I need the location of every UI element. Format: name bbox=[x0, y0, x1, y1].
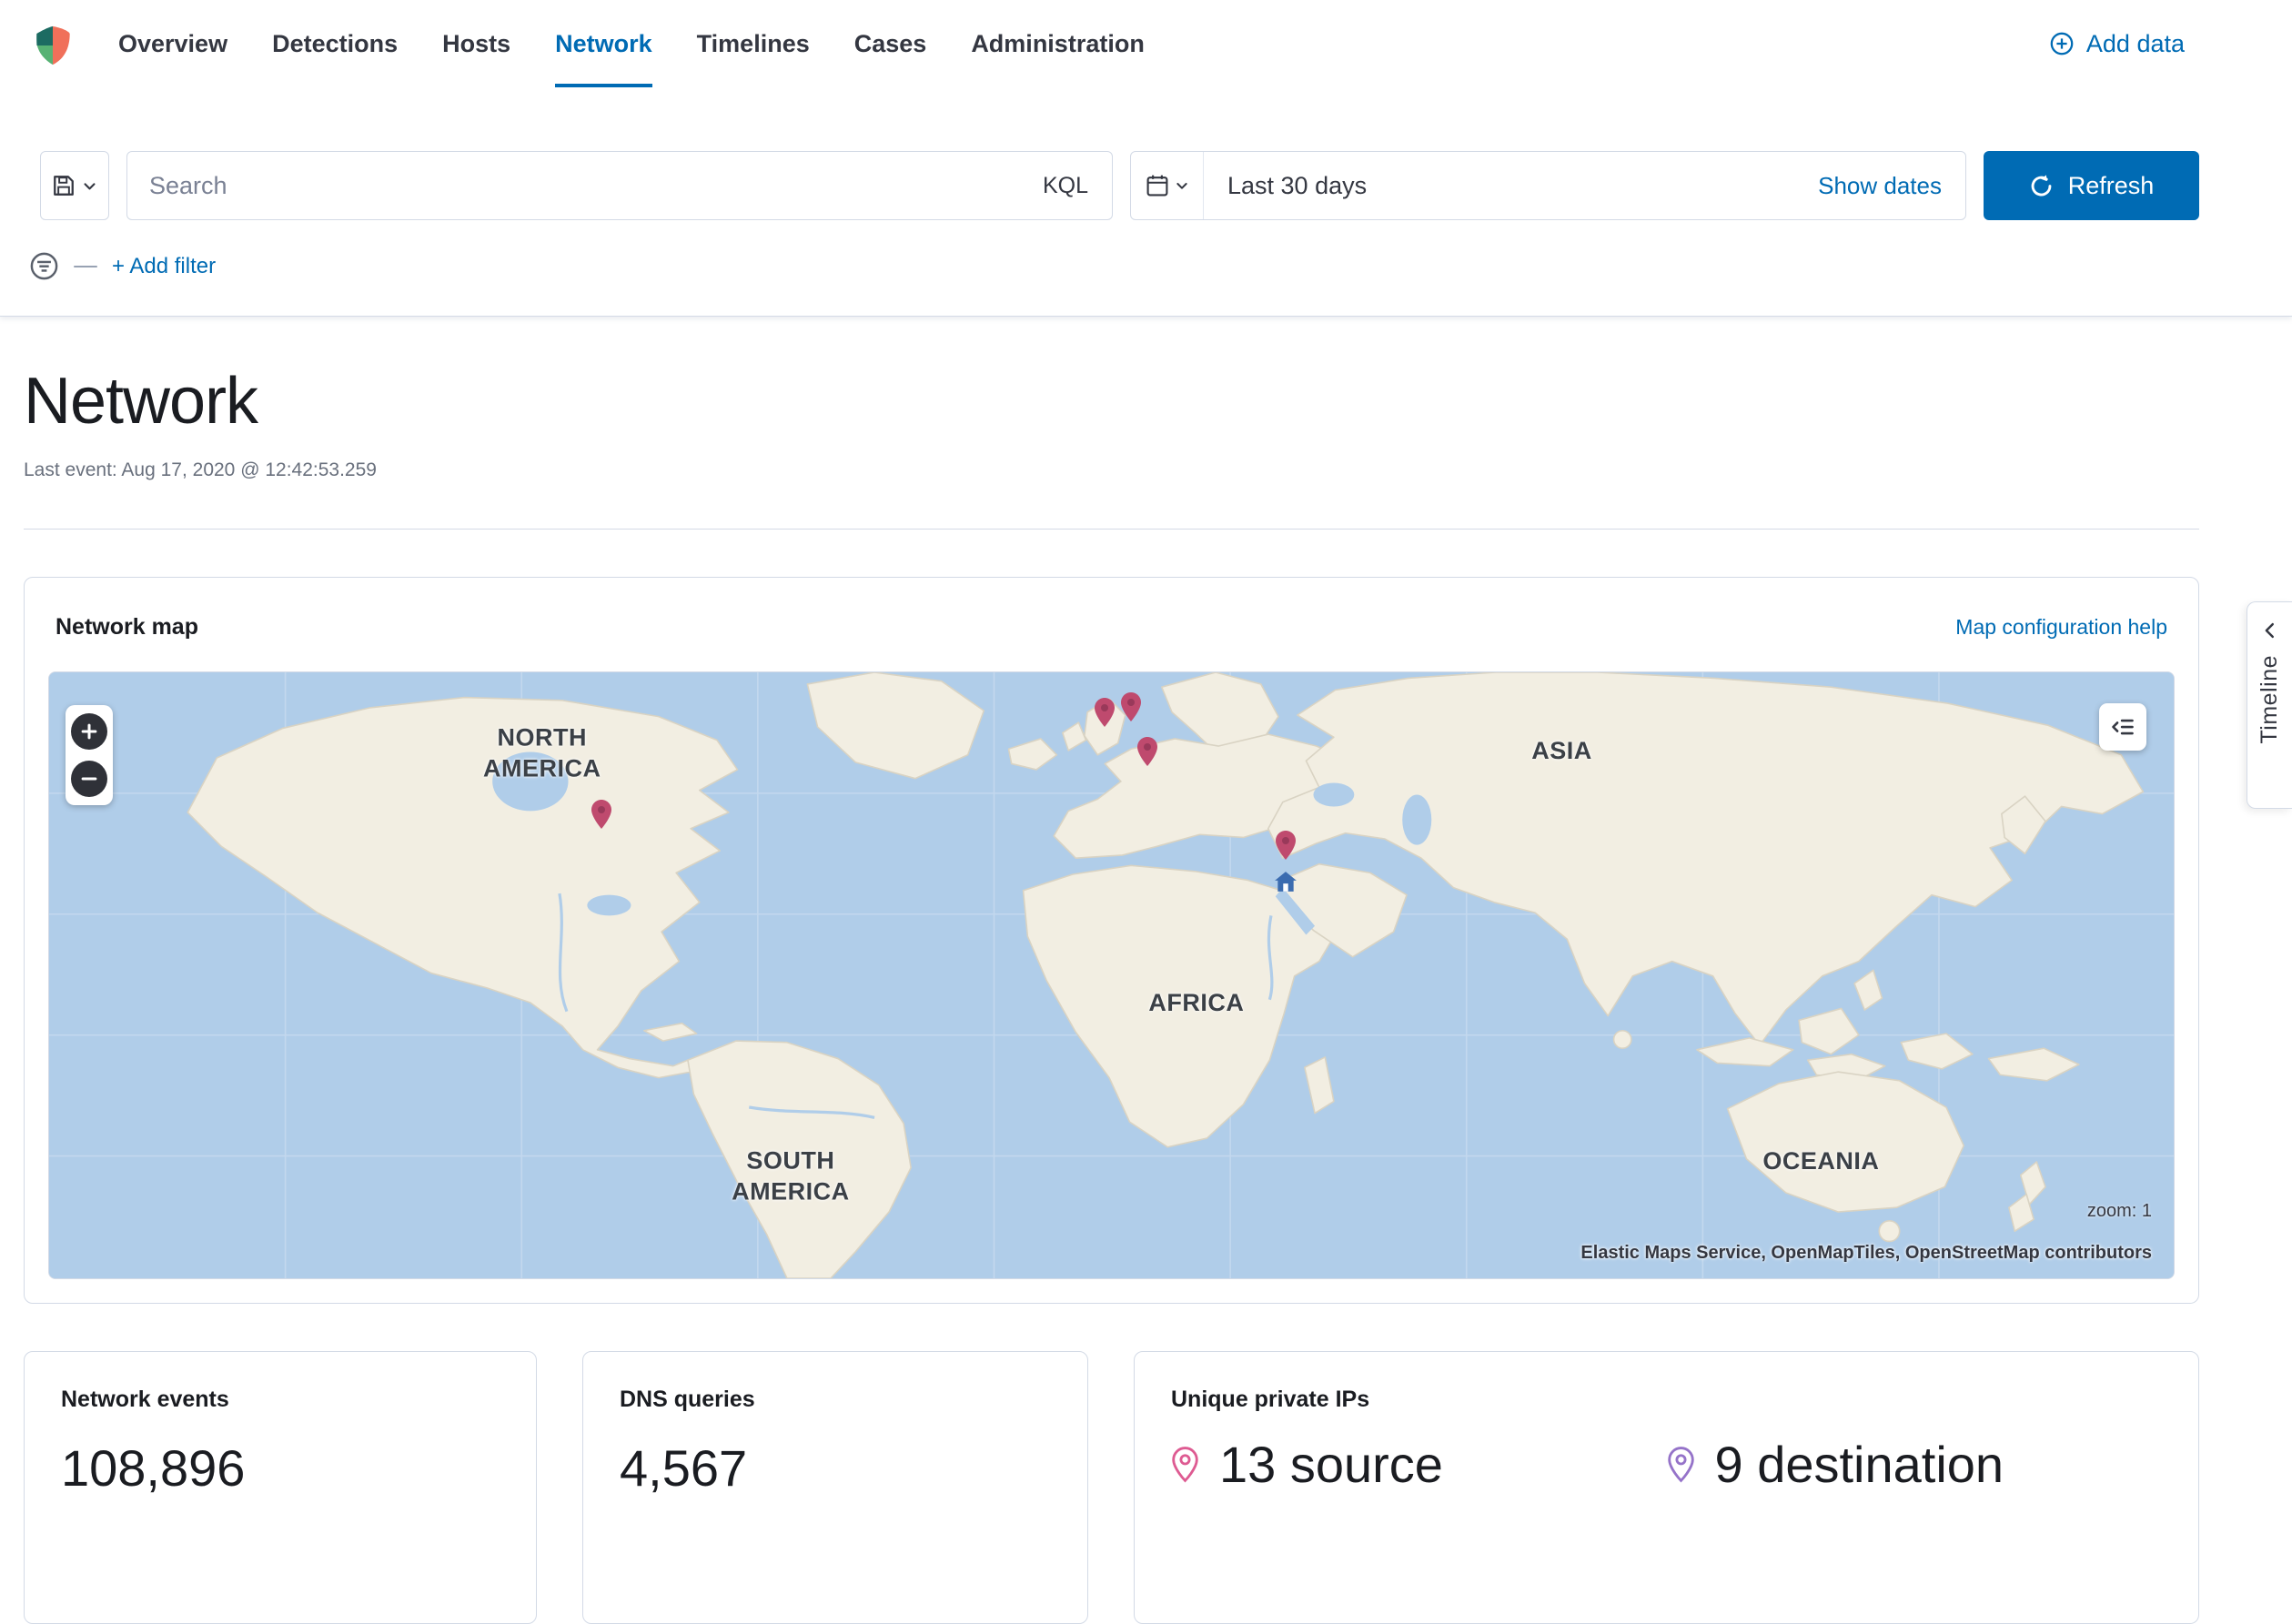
map-panel-title: Network map bbox=[56, 614, 198, 641]
query-bar: KQL Last 30 days Show dates Refresh bbox=[0, 151, 2292, 220]
map-panel-header: Network map Map configuration help bbox=[48, 578, 2175, 671]
filter-icon[interactable] bbox=[29, 251, 59, 281]
date-range-button[interactable]: Last 30 days bbox=[1204, 171, 1818, 201]
add-data-link[interactable]: Add data bbox=[2049, 0, 2185, 87]
divider bbox=[24, 529, 2199, 530]
zoom-in-button[interactable] bbox=[71, 713, 107, 750]
nav-tab-administration[interactable]: Administration bbox=[971, 0, 1145, 87]
card-title: Unique private IPs bbox=[1171, 1387, 2162, 1413]
network-map[interactable]: NORTH AMERICA SOUTH AMERICA AFRICA ASIA OCEA… bbox=[48, 671, 2175, 1279]
network-map-panel: Network map Map configuration help bbox=[24, 577, 2199, 1304]
add-data-label: Add data bbox=[2086, 30, 2185, 58]
map-zoom-controls bbox=[66, 705, 113, 805]
kql-button[interactable]: KQL bbox=[1035, 173, 1112, 199]
filter-bar: + Add filter bbox=[0, 251, 2292, 316]
chevron-down-icon bbox=[82, 178, 97, 194]
map-pin[interactable] bbox=[1275, 830, 1297, 861]
save-icon bbox=[52, 174, 76, 197]
elastic-security-logo[interactable] bbox=[29, 22, 76, 69]
nav-tab-timelines[interactable]: Timelines bbox=[697, 0, 810, 87]
legend-collapse-icon bbox=[2110, 714, 2135, 740]
source-pin-icon bbox=[1171, 1446, 1199, 1483]
source-ips-group: 13 source bbox=[1171, 1435, 1667, 1494]
show-dates-link[interactable]: Show dates bbox=[1818, 172, 1965, 200]
search-box: KQL bbox=[126, 151, 1113, 220]
map-region-label: NORTH AMERICA bbox=[483, 723, 601, 785]
map-overlay: NORTH AMERICA SOUTH AMERICA AFRICA ASIA OCEA… bbox=[49, 672, 2174, 1278]
destination-pin-icon bbox=[1667, 1446, 1695, 1483]
date-picker: Last 30 days Show dates bbox=[1130, 151, 1966, 220]
plus-circle-icon bbox=[2049, 31, 2075, 56]
nav-tab-hosts[interactable]: Hosts bbox=[442, 0, 510, 87]
network-events-card: Network events 108,896 bbox=[24, 1351, 537, 1624]
main-nav-row: Overview Detections Hosts Network Timeli… bbox=[0, 0, 2292, 87]
map-attribution: Elastic Maps Service, OpenMapTiles, Open… bbox=[1580, 1243, 2152, 1264]
unique-private-ips-card: Unique private IPs 13 source 9 destinati… bbox=[1134, 1351, 2199, 1624]
nav-tab-cases[interactable]: Cases bbox=[854, 0, 927, 87]
chevron-down-icon bbox=[1175, 178, 1189, 193]
timeline-toggle-button[interactable]: Timeline bbox=[2247, 601, 2292, 809]
page-title: Network bbox=[24, 366, 2199, 438]
map-config-help-link[interactable]: Map configuration help bbox=[1955, 615, 2167, 640]
map-region-label: AFRICA bbox=[1148, 989, 1244, 1020]
chevron-left-icon bbox=[2260, 620, 2280, 641]
timeline-label: Timeline bbox=[2257, 655, 2283, 744]
dns-queries-card: DNS queries 4,567 bbox=[582, 1351, 1088, 1624]
destination-ips-group: 9 destination bbox=[1667, 1435, 2163, 1494]
map-region-label: SOUTH AMERICA bbox=[732, 1146, 850, 1208]
calendar-icon bbox=[1146, 174, 1169, 197]
map-pin[interactable] bbox=[1120, 691, 1142, 722]
top-header: Overview Detections Hosts Network Timeli… bbox=[0, 0, 2292, 317]
nav-tab-detections[interactable]: Detections bbox=[272, 0, 398, 87]
map-region-label: OCEANIA bbox=[1762, 1146, 1879, 1177]
map-legend-button[interactable] bbox=[2099, 703, 2146, 751]
card-title: DNS queries bbox=[620, 1387, 1051, 1413]
map-pin[interactable] bbox=[1136, 736, 1158, 767]
nav-tab-overview[interactable]: Overview bbox=[118, 0, 227, 87]
refresh-icon bbox=[2029, 174, 2054, 198]
home-marker-icon[interactable] bbox=[1274, 871, 1297, 893]
map-pin[interactable] bbox=[591, 799, 612, 830]
unique-ips-row: 13 source 9 destination bbox=[1171, 1435, 2162, 1494]
map-region-label: ASIA bbox=[1531, 737, 1592, 768]
network-events-value: 108,896 bbox=[61, 1438, 500, 1498]
stats-row: Network events 108,896 DNS queries 4,567… bbox=[24, 1351, 2199, 1624]
saved-query-menu-button[interactable] bbox=[40, 151, 109, 220]
map-zoom-level: zoom: 1 bbox=[2087, 1201, 2152, 1222]
network-page: Network Last event: Aug 17, 2020 @ 12:42… bbox=[0, 366, 2292, 1624]
calendar-menu-button[interactable] bbox=[1131, 152, 1204, 219]
destination-ips-value: 9 destination bbox=[1715, 1435, 2004, 1494]
source-ips-value: 13 source bbox=[1219, 1435, 1443, 1494]
filter-divider bbox=[74, 266, 97, 267]
refresh-button[interactable]: Refresh bbox=[1984, 151, 2199, 220]
main-nav: Overview Detections Hosts Network Timeli… bbox=[118, 0, 1145, 87]
refresh-label: Refresh bbox=[2068, 172, 2155, 200]
search-input[interactable] bbox=[127, 172, 1035, 200]
card-title: Network events bbox=[61, 1387, 500, 1413]
map-pin[interactable] bbox=[1094, 697, 1116, 728]
last-event-text: Last event: Aug 17, 2020 @ 12:42:53.259 bbox=[24, 459, 2199, 481]
nav-tab-network[interactable]: Network bbox=[555, 0, 652, 87]
zoom-out-button[interactable] bbox=[71, 761, 107, 797]
add-filter-link[interactable]: + Add filter bbox=[112, 254, 216, 279]
dns-queries-value: 4,567 bbox=[620, 1438, 1051, 1498]
